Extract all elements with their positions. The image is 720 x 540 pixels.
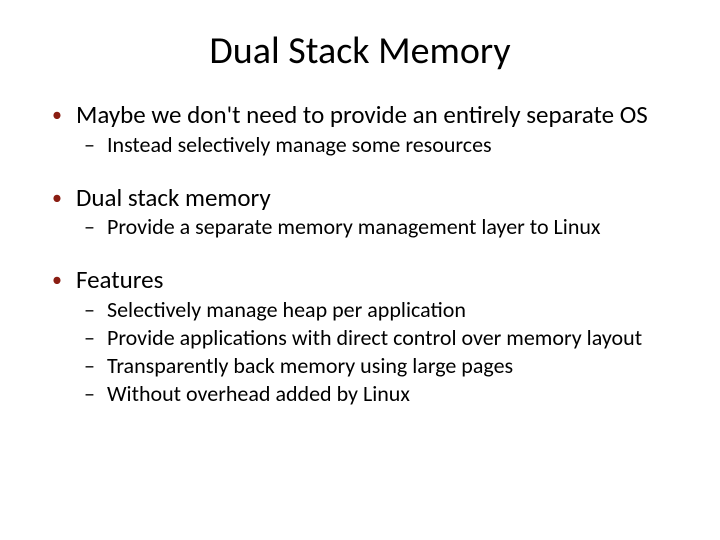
slide-title: Dual Stack Memory [50, 28, 670, 74]
bullet-text: Transparently back memory using large pa… [107, 354, 670, 378]
bullet-level2: – Without overhead added by Linux [50, 382, 670, 406]
bullet-text: Provide a separate memory management lay… [107, 215, 670, 239]
slide: Dual Stack Memory • Maybe we don't need … [0, 0, 720, 540]
bullet-group: • Maybe we don't need to provide an enti… [50, 102, 670, 157]
bullet-level2: – Selectively manage heap per applicatio… [50, 298, 670, 322]
bullet-text: Maybe we don't need to provide an entire… [76, 102, 670, 129]
bullet-level2: – Provide a separate memory management l… [50, 215, 670, 239]
bullet-dash-icon: – [84, 215, 95, 239]
bullet-level2: – Transparently back memory using large … [50, 354, 670, 378]
bullet-text: Without overhead added by Linux [107, 382, 670, 406]
bullet-dash-icon: – [84, 298, 95, 322]
bullet-dot-icon: • [52, 267, 62, 293]
bullet-level2: – Instead selectively manage some resour… [50, 133, 670, 157]
bullet-dot-icon: • [52, 185, 62, 211]
bullet-dash-icon: – [84, 354, 95, 378]
bullet-text: Features [76, 267, 670, 294]
bullet-dash-icon: – [84, 133, 95, 157]
bullet-level2: – Provide applications with direct contr… [50, 326, 670, 350]
bullet-group: • Features – Selectively manage heap per… [50, 267, 670, 406]
bullet-dot-icon: • [52, 102, 62, 128]
bullet-text: Provide applications with direct control… [107, 326, 670, 350]
bullet-text: Selectively manage heap per application [107, 298, 670, 322]
bullet-level1: • Features [50, 267, 670, 294]
bullet-level1: • Maybe we don't need to provide an enti… [50, 102, 670, 129]
bullet-dash-icon: – [84, 382, 95, 406]
bullet-group: • Dual stack memory – Provide a separate… [50, 185, 670, 240]
bullet-text: Instead selectively manage some resource… [107, 133, 670, 157]
bullet-text: Dual stack memory [76, 185, 670, 212]
bullet-dash-icon: – [84, 326, 95, 350]
bullet-level1: • Dual stack memory [50, 185, 670, 212]
bullet-list: • Maybe we don't need to provide an enti… [50, 102, 670, 407]
